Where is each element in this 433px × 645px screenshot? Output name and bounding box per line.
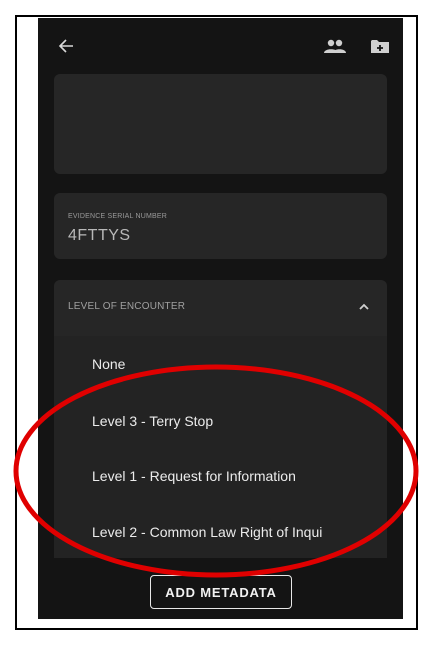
dropdown-option-level-3[interactable]: Level 3 - Terry Stop (92, 413, 213, 429)
back-button[interactable] (52, 32, 80, 60)
app-screen: EVIDENCE SERIAL NUMBER 4FTTYS LEVEL OF E… (38, 18, 403, 619)
level-of-encounter-dropdown: None Level 3 - Terry Stop Level 1 - Requ… (54, 336, 387, 558)
add-metadata-button[interactable]: ADD METADATA (150, 575, 292, 609)
dropdown-option-level-2[interactable]: Level 2 - Common Law Right of Inqui (92, 524, 322, 540)
evidence-serial-label: EVIDENCE SERIAL NUMBER (68, 213, 168, 220)
evidence-serial-value: 4FTTYS (68, 227, 131, 244)
description-card[interactable] (54, 74, 387, 174)
dropdown-option-level-1[interactable]: Level 1 - Request for Information (92, 468, 296, 484)
add-folder-button[interactable] (366, 32, 394, 60)
arrow-left-icon (58, 39, 73, 53)
chevron-up-icon (359, 303, 369, 310)
evidence-serial-field[interactable]: EVIDENCE SERIAL NUMBER 4FTTYS (54, 193, 387, 259)
top-app-bar (38, 18, 403, 74)
level-of-encounter-select[interactable]: LEVEL OF ENCOUNTER (54, 280, 387, 336)
people-icon (324, 39, 346, 53)
level-of-encounter-label: LEVEL OF ENCOUNTER (68, 301, 186, 312)
folder-plus-icon (371, 39, 389, 53)
dropdown-option-none[interactable]: None (92, 356, 125, 372)
people-button[interactable] (320, 32, 350, 60)
